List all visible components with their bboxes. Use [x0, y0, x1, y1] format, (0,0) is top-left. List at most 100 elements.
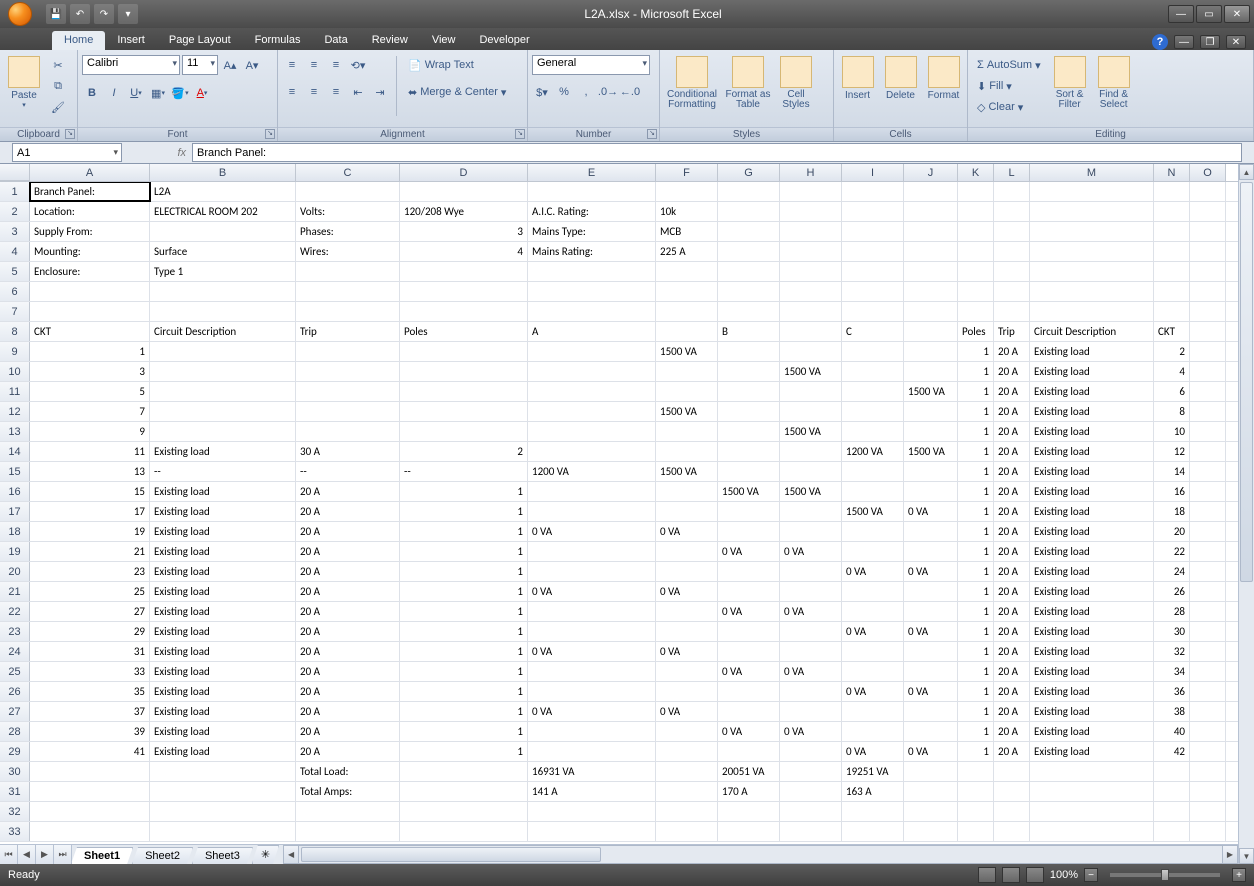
cell-I28[interactable]: [842, 722, 904, 741]
cell-H8[interactable]: [780, 322, 842, 341]
cell-A19[interactable]: 21: [30, 542, 150, 561]
cell-C21[interactable]: 20 A: [296, 582, 400, 601]
cell-I25[interactable]: [842, 662, 904, 681]
cell-G29[interactable]: [718, 742, 780, 761]
cell-M3[interactable]: [1030, 222, 1154, 241]
qat-customize-icon[interactable]: ▾: [118, 4, 138, 24]
cell-I4[interactable]: [842, 242, 904, 261]
cell-J25[interactable]: [904, 662, 958, 681]
cell-N17[interactable]: 18: [1154, 502, 1190, 521]
cell-A12[interactable]: 7: [30, 402, 150, 421]
paste-button[interactable]: Paste ▾: [4, 52, 44, 109]
cell-M1[interactable]: [1030, 182, 1154, 201]
cell-M32[interactable]: [1030, 802, 1154, 821]
cell-O30[interactable]: [1190, 762, 1226, 781]
cell-C18[interactable]: 20 A: [296, 522, 400, 541]
cell-G23[interactable]: [718, 622, 780, 641]
cell-M19[interactable]: Existing load: [1030, 542, 1154, 561]
cell-K20[interactable]: 1: [958, 562, 994, 581]
column-header-H[interactable]: H: [780, 164, 842, 181]
cell-J15[interactable]: [904, 462, 958, 481]
cell-C2[interactable]: Volts:: [296, 202, 400, 221]
close-button[interactable]: ✕: [1224, 5, 1250, 23]
cell-F29[interactable]: [656, 742, 718, 761]
number-launcher-icon[interactable]: ↘: [647, 129, 657, 139]
cell-G2[interactable]: [718, 202, 780, 221]
cell-J26[interactable]: 0 VA: [904, 682, 958, 701]
cell-B4[interactable]: Surface: [150, 242, 296, 261]
row-header[interactable]: 13: [0, 422, 30, 441]
cell-B11[interactable]: [150, 382, 296, 401]
cell-C8[interactable]: Trip: [296, 322, 400, 341]
cell-O23[interactable]: [1190, 622, 1226, 641]
cell-G27[interactable]: [718, 702, 780, 721]
cell-N11[interactable]: 6: [1154, 382, 1190, 401]
cell-L7[interactable]: [994, 302, 1030, 321]
cell-H21[interactable]: [780, 582, 842, 601]
conditional-formatting-button[interactable]: Conditional Formatting: [664, 52, 720, 110]
cell-H6[interactable]: [780, 282, 842, 301]
cell-O14[interactable]: [1190, 442, 1226, 461]
cell-D11[interactable]: [400, 382, 528, 401]
cell-K7[interactable]: [958, 302, 994, 321]
cell-D26[interactable]: 1: [400, 682, 528, 701]
cell-L25[interactable]: 20 A: [994, 662, 1030, 681]
cell-J9[interactable]: [904, 342, 958, 361]
cell-M9[interactable]: Existing load: [1030, 342, 1154, 361]
cell-H30[interactable]: [780, 762, 842, 781]
row-header[interactable]: 31: [0, 782, 30, 801]
cell-A11[interactable]: 5: [30, 382, 150, 401]
align-bottom-icon[interactable]: ≡: [326, 55, 346, 75]
cell-M21[interactable]: Existing load: [1030, 582, 1154, 601]
cell-B10[interactable]: [150, 362, 296, 381]
cell-L12[interactable]: 20 A: [994, 402, 1030, 421]
cell-I26[interactable]: 0 VA: [842, 682, 904, 701]
sheet-nav-prev-icon[interactable]: ◀: [18, 845, 36, 864]
cell-N5[interactable]: [1154, 262, 1190, 281]
cell-M24[interactable]: Existing load: [1030, 642, 1154, 661]
cell-J29[interactable]: 0 VA: [904, 742, 958, 761]
cell-C23[interactable]: 20 A: [296, 622, 400, 641]
cell-K25[interactable]: 1: [958, 662, 994, 681]
cell-O31[interactable]: [1190, 782, 1226, 801]
format-cells-button[interactable]: Format: [924, 52, 963, 101]
cell-F21[interactable]: 0 VA: [656, 582, 718, 601]
cell-E33[interactable]: [528, 822, 656, 841]
cell-G21[interactable]: [718, 582, 780, 601]
cell-F31[interactable]: [656, 782, 718, 801]
cell-O13[interactable]: [1190, 422, 1226, 441]
zoom-level[interactable]: 100%: [1050, 869, 1078, 881]
tab-formulas[interactable]: Formulas: [243, 31, 313, 50]
cell-M13[interactable]: Existing load: [1030, 422, 1154, 441]
cell-N9[interactable]: 2: [1154, 342, 1190, 361]
column-header-F[interactable]: F: [656, 164, 718, 181]
cell-E20[interactable]: [528, 562, 656, 581]
cell-J20[interactable]: 0 VA: [904, 562, 958, 581]
cell-N27[interactable]: 38: [1154, 702, 1190, 721]
row-header[interactable]: 18: [0, 522, 30, 541]
vertical-scrollbar[interactable]: ▲ ▼: [1238, 164, 1254, 864]
accounting-format-icon[interactable]: $▾: [532, 82, 552, 102]
cell-M12[interactable]: Existing load: [1030, 402, 1154, 421]
cell-H33[interactable]: [780, 822, 842, 841]
cell-N4[interactable]: [1154, 242, 1190, 261]
zoom-in-icon[interactable]: +: [1232, 868, 1246, 882]
cell-O1[interactable]: [1190, 182, 1226, 201]
cell-B3[interactable]: [150, 222, 296, 241]
cell-A18[interactable]: 19: [30, 522, 150, 541]
cell-B19[interactable]: Existing load: [150, 542, 296, 561]
cell-F2[interactable]: 10k: [656, 202, 718, 221]
cell-A22[interactable]: 27: [30, 602, 150, 621]
row-header[interactable]: 3: [0, 222, 30, 241]
cell-N33[interactable]: [1154, 822, 1190, 841]
cell-B28[interactable]: Existing load: [150, 722, 296, 741]
cell-N6[interactable]: [1154, 282, 1190, 301]
increase-decimal-icon[interactable]: .0→: [598, 82, 618, 102]
cell-I30[interactable]: 19251 VA: [842, 762, 904, 781]
cell-H5[interactable]: [780, 262, 842, 281]
cell-M14[interactable]: Existing load: [1030, 442, 1154, 461]
cell-H17[interactable]: [780, 502, 842, 521]
grow-font-icon[interactable]: A▴: [220, 55, 240, 75]
cell-M30[interactable]: [1030, 762, 1154, 781]
tab-insert[interactable]: Insert: [105, 31, 157, 50]
